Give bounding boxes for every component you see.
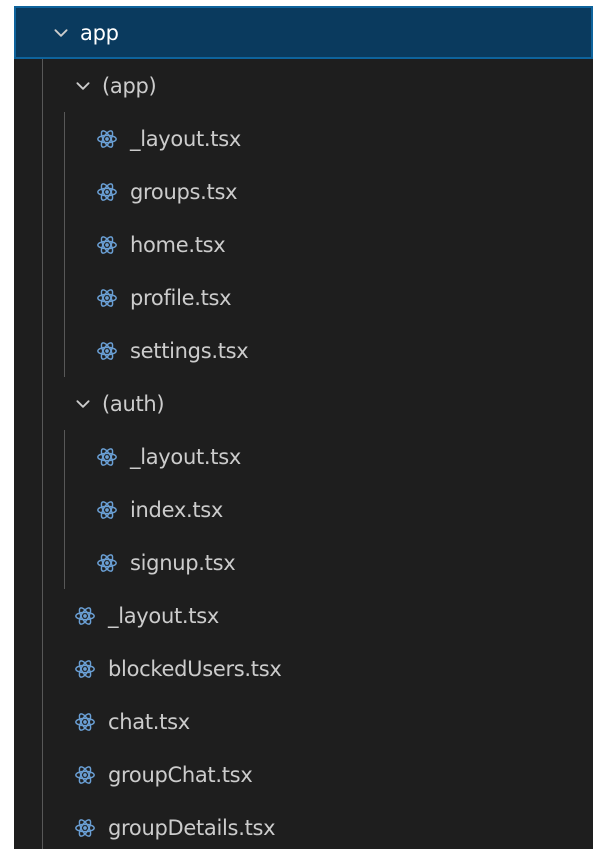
react-icon <box>94 444 120 470</box>
file-label: signup.tsx <box>130 550 236 575</box>
file-label: index.tsx <box>130 497 224 522</box>
file-label: blockedUsers.tsx <box>108 656 282 681</box>
react-icon <box>94 285 120 311</box>
file-label: _layout.tsx <box>130 444 242 469</box>
react-icon <box>72 656 98 682</box>
file-label: profile.tsx <box>130 285 232 310</box>
folder-group[interactable]: (app) <box>14 59 593 112</box>
react-icon <box>94 126 120 152</box>
file-item[interactable]: settings.tsx <box>14 324 593 377</box>
file-item[interactable]: signup.tsx <box>14 536 593 589</box>
chevron-down-icon[interactable] <box>72 393 94 415</box>
file-label: settings.tsx <box>130 338 249 363</box>
file-item[interactable]: chat.tsx <box>14 695 593 748</box>
folder-label: (auth) <box>102 391 165 416</box>
folder-label: app <box>80 20 119 45</box>
file-item[interactable]: groupDetails.tsx <box>14 801 593 849</box>
chevron-down-icon[interactable] <box>50 22 72 44</box>
file-item[interactable]: _layout.tsx <box>14 112 593 165</box>
react-icon <box>94 497 120 523</box>
file-label: home.tsx <box>130 232 226 257</box>
file-item[interactable]: blockedUsers.tsx <box>14 642 593 695</box>
react-icon <box>72 815 98 841</box>
folder-app[interactable]: app <box>14 6 593 59</box>
react-icon <box>94 550 120 576</box>
file-label: groupDetails.tsx <box>108 815 276 840</box>
file-label: _layout.tsx <box>108 603 220 628</box>
react-icon <box>94 338 120 364</box>
react-icon <box>94 232 120 258</box>
folder-group[interactable]: (auth) <box>14 377 593 430</box>
file-item[interactable]: home.tsx <box>14 218 593 271</box>
file-item[interactable]: groupChat.tsx <box>14 748 593 801</box>
folder-label: (app) <box>102 73 157 98</box>
file-item[interactable]: index.tsx <box>14 483 593 536</box>
react-icon <box>72 603 98 629</box>
file-label: _layout.tsx <box>130 126 242 151</box>
react-icon <box>94 179 120 205</box>
file-item[interactable]: profile.tsx <box>14 271 593 324</box>
file-label: chat.tsx <box>108 709 190 734</box>
file-item[interactable]: groups.tsx <box>14 165 593 218</box>
file-label: groups.tsx <box>130 179 238 204</box>
file-label: groupChat.tsx <box>108 762 253 787</box>
react-icon <box>72 762 98 788</box>
file-item[interactable]: _layout.tsx <box>14 430 593 483</box>
react-icon <box>72 709 98 735</box>
file-explorer: app (app) _layout.tsx groups.tsx home.tsx pro… <box>14 6 593 849</box>
file-item[interactable]: _layout.tsx <box>14 589 593 642</box>
chevron-down-icon[interactable] <box>72 75 94 97</box>
